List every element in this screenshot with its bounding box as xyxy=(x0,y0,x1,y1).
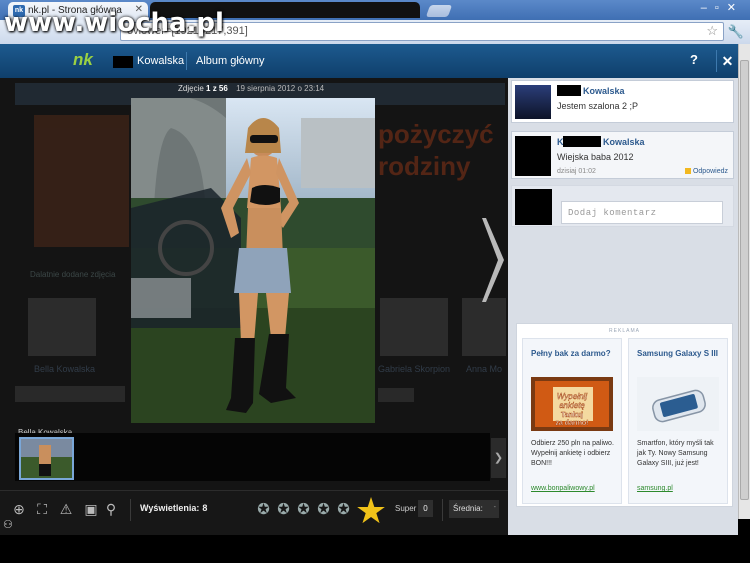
bg-headline: pożyczyć rodziny xyxy=(378,119,494,181)
rate-3-icon[interactable]: ✪ xyxy=(294,500,313,519)
ad-fuel[interactable]: Pełny bak za darmo? Wypełnij ankietę Tan… xyxy=(522,338,622,504)
window-controls[interactable]: –▫✕ xyxy=(701,1,744,14)
toolbar-divider xyxy=(442,499,443,521)
nk-logo[interactable]: nk xyxy=(73,50,93,70)
bookmark-star-icon[interactable]: ☆ xyxy=(706,23,718,39)
comment-item: Kowalska Jestem szalona 2 ;P xyxy=(511,80,734,123)
average-rating[interactable]: Średnia: - xyxy=(449,500,499,518)
ad-header: REKLAMA xyxy=(609,328,640,334)
album-link[interactable]: Album główny xyxy=(196,55,264,67)
photo-counter: Zdjęcie 1 z 56 19 sierpnia 2012 o 23:14 xyxy=(178,84,324,93)
views-label: Wyświetlenia: xyxy=(140,503,200,513)
average-label: Średnia: xyxy=(453,504,483,513)
ad-phone-image[interactable] xyxy=(637,377,719,431)
svg-text:Tankuj: Tankuj xyxy=(561,412,583,419)
svg-text:Wypełnij: Wypełnij xyxy=(557,392,587,401)
rate-4-icon[interactable]: ✪ xyxy=(314,500,333,519)
views-counter: Wyświetlenia: 8 xyxy=(140,503,207,513)
wrench-menu-icon[interactable]: 🔧 xyxy=(728,24,744,40)
bg-thumb xyxy=(28,298,96,356)
ad-body: Odbierz 250 pln na paliwo. Wypełnij anki… xyxy=(531,440,614,467)
strip-thumbnail-image xyxy=(21,439,72,478)
comment-input[interactable]: Dodaj komentarz xyxy=(561,201,723,224)
avatar xyxy=(515,189,552,225)
browser-window: nk nk.pl - Strona główna ✕ –▫✕ www.wioch… xyxy=(0,0,750,563)
bg-caption: Gabriela Skorpion xyxy=(378,364,451,374)
status-user-icon: ⚇ xyxy=(3,519,13,531)
fuel-voucher-image: Wypełnij ankietę Tankuj za darmo! xyxy=(531,377,613,431)
comment-author[interactable]: Kowalska xyxy=(583,86,625,96)
watermark: www.wiocha.pl xyxy=(4,8,224,38)
bg-caption: Anna Mo xyxy=(466,364,503,374)
svg-text:ankietę: ankietę xyxy=(559,401,585,410)
comment-text: Jestem szalona 2 ;P xyxy=(557,101,639,111)
super-label: Super xyxy=(395,504,417,513)
scrollbar-thumb[interactable] xyxy=(740,60,749,500)
counter-value: 1 z 56 xyxy=(206,84,228,93)
page-scrollbar[interactable] xyxy=(738,44,750,519)
rate-1-icon[interactable]: ✪ xyxy=(254,500,273,519)
next-photo-arrow-icon[interactable] xyxy=(482,218,506,302)
redacted-name xyxy=(563,136,601,147)
help-button[interactable]: ? xyxy=(690,52,698,67)
bg-caption: Bella Kowalska xyxy=(34,364,96,374)
new-tab-button[interactable] xyxy=(425,5,453,17)
ad-title[interactable]: Samsung Galaxy S III xyxy=(637,349,722,359)
comment-author[interactable]: Kowalska xyxy=(603,137,645,147)
report-icon[interactable]: ⚠ xyxy=(57,500,75,518)
bg-section-label: Dalatnie dodane zdjęcia xyxy=(30,270,116,279)
bg-thumb xyxy=(380,298,448,356)
add-photo-icon[interactable]: ▣ xyxy=(82,500,100,518)
zoom-icon[interactable]: ⊕ xyxy=(10,500,28,518)
photo-date: 19 sierpnia 2012 o 23:14 xyxy=(236,84,325,93)
thumbnail-strip xyxy=(15,433,490,481)
ad-link[interactable]: www.bonpaliwowy.pl xyxy=(531,485,595,492)
bg-box xyxy=(378,388,414,402)
add-comment: Dodaj komentarz xyxy=(511,185,734,227)
views-value: 8 xyxy=(202,503,208,513)
close-viewer-button[interactable]: ✕ xyxy=(716,50,738,72)
rate-5-icon[interactable]: ✪ xyxy=(334,500,353,519)
avatar[interactable] xyxy=(515,136,551,176)
toolbar-divider xyxy=(130,499,131,521)
rate-6-star-icon[interactable]: ★ xyxy=(352,493,390,529)
comment-time: dzisiaj 01:02 xyxy=(557,168,596,175)
comment-text: Wiejska baba 2012 xyxy=(557,152,634,162)
ad-body: Smartfon, który myśli tak jak Ty. Nowy S… xyxy=(637,440,714,467)
super-value: 0 xyxy=(418,500,433,517)
tag-person-icon[interactable]: ⚲ xyxy=(102,500,120,518)
bg-banner xyxy=(34,115,129,247)
svg-text:za darmo!: za darmo! xyxy=(555,420,588,427)
strip-next-button[interactable]: ❯ xyxy=(491,438,506,478)
counter-prefix: Zdjęcie xyxy=(178,84,204,93)
ad-title[interactable]: Pełny bak za darmo? xyxy=(531,349,616,359)
redacted-name xyxy=(113,56,133,68)
bottom-bar xyxy=(0,535,750,563)
comment-item: K Kowalska Wiejska baba 2012 dzisiaj 01:… xyxy=(511,131,734,179)
photo-viewer: pożyczyć rodziny Dalatnie dodane zdjęcia… xyxy=(0,78,508,535)
fullscreen-icon[interactable]: ⛶ xyxy=(33,500,51,518)
ad-samsung[interactable]: Samsung Galaxy S III Smartfon, który myś… xyxy=(628,338,728,504)
bg-thumb xyxy=(462,298,506,356)
photo-image xyxy=(131,98,375,423)
average-value: - xyxy=(493,504,496,511)
ad-link[interactable]: samsung.pl xyxy=(637,485,673,492)
ad-fuel-image[interactable]: Wypełnij ankietę Tankuj za darmo! xyxy=(531,377,613,431)
avatar[interactable] xyxy=(515,85,551,119)
rate-2-icon[interactable]: ✪ xyxy=(274,500,293,519)
comments-panel: Kowalska Jestem szalona 2 ;P K Kowalska … xyxy=(508,78,738,535)
user-name-link[interactable]: Kowalska xyxy=(137,55,184,67)
header-divider xyxy=(186,52,187,70)
strip-thumbnail[interactable] xyxy=(19,437,74,480)
redacted-name xyxy=(557,85,581,96)
main-photo[interactable] xyxy=(131,98,375,423)
viewer-toolbar: ⊕ ⛶ ⚠ ▣ ⚲ Wyświetlenia: 8 ✪ ✪ ✪ ✪ ✪ ★ Sup… xyxy=(0,490,508,535)
ad-box: REKLAMA Pełny bak za darmo? Wypełnij ank… xyxy=(516,323,733,507)
phone-image xyxy=(637,377,719,431)
reply-link[interactable]: Odpowiedz xyxy=(685,168,728,175)
nk-header: nk Kowalska Album główny ? ✕ xyxy=(0,44,738,78)
bg-box xyxy=(15,386,125,402)
